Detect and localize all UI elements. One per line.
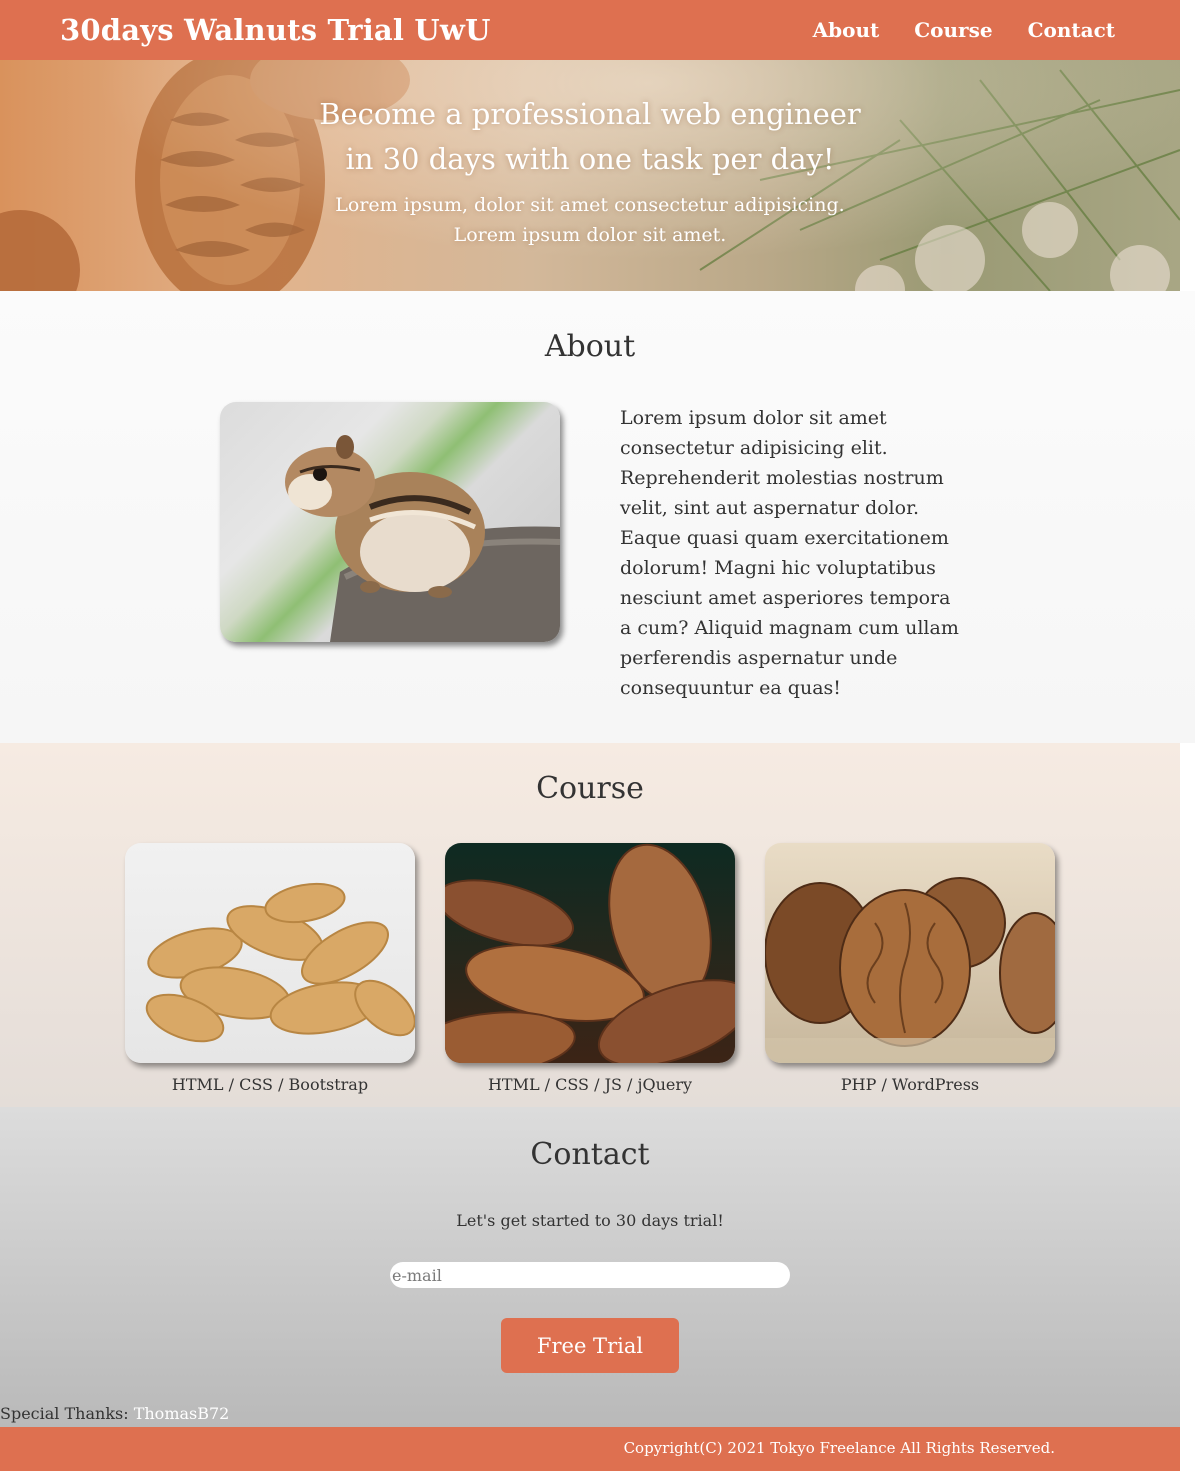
site-header: 30days Walnuts Trial UwU About Course Co… [0, 0, 1180, 60]
course-title: Course [536, 771, 644, 806]
hero-text: Become a professional web engineer in 30… [0, 92, 1180, 250]
course-card-2[interactable]: HTML / CSS / JS / jQuery [445, 843, 735, 1094]
hero-title: Become a professional web engineer in 30… [0, 92, 1180, 182]
page: 30days Walnuts Trial UwU About Course Co… [0, 0, 1195, 1471]
contact-section: Contact Let's get started to 30 days tri… [0, 1107, 1180, 1427]
hero-title-line2: in 30 days with one task per day! [345, 142, 835, 176]
hero-banner: Become a professional web engineer in 30… [0, 60, 1180, 291]
main-nav: About Course Contact [813, 18, 1115, 42]
nav-link-course[interactable]: Course [914, 18, 992, 42]
peanuts-photo [125, 843, 415, 1063]
chipmunk-photo [220, 402, 560, 642]
walnuts-photo [765, 843, 1055, 1063]
about-text: Lorem ipsum dolor sit amet consectetur a… [620, 407, 959, 699]
contact-title: Contact [530, 1137, 650, 1172]
almonds-photo [445, 843, 735, 1063]
course-card-2-label: HTML / CSS / JS / jQuery [487, 1075, 693, 1094]
about-section: About Lorem ipsum dolor sit amet consect… [0, 291, 1195, 743]
hero-subtitle: Lorem ipsum, dolor sit amet consectetur … [0, 190, 1180, 250]
site-footer: Copyright(C) 2021 Tokyo Freelance All Ri… [0, 1427, 1180, 1471]
hero-subtitle-line1: Lorem ipsum, dolor sit amet consectetur … [335, 194, 845, 216]
copyright-text: Copyright(C) 2021 Tokyo Freelance All Ri… [623, 1439, 1055, 1457]
nav-link-contact[interactable]: Contact [1028, 18, 1115, 42]
free-trial-button[interactable]: Free Trial [501, 1318, 679, 1373]
course-section: Course HTML / CSS / Bootstrap HTML / CSS… [0, 743, 1180, 1107]
email-input[interactable] [390, 1262, 790, 1288]
special-thanks-label: Special Thanks: [0, 1404, 129, 1423]
course-card-3-label: PHP / WordPress [840, 1075, 980, 1094]
hero-title-line1: Become a professional web engineer [319, 97, 861, 131]
special-thanks-link[interactable]: ThomasB72 [134, 1404, 230, 1423]
contact-lead: Let's get started to 30 days trial! [456, 1211, 724, 1230]
course-card-1-label: HTML / CSS / Bootstrap [171, 1075, 369, 1094]
special-thanks: Special Thanks: ThomasB72 [0, 1404, 229, 1423]
course-card-1[interactable]: HTML / CSS / Bootstrap [125, 843, 415, 1094]
about-title: About [544, 329, 636, 364]
course-card-3[interactable]: PHP / WordPress [765, 843, 1055, 1094]
nav-link-about[interactable]: About [813, 18, 880, 42]
hero-subtitle-line2: Lorem ipsum dolor sit amet. [453, 224, 727, 246]
site-logo[interactable]: 30days Walnuts Trial UwU [60, 13, 491, 47]
